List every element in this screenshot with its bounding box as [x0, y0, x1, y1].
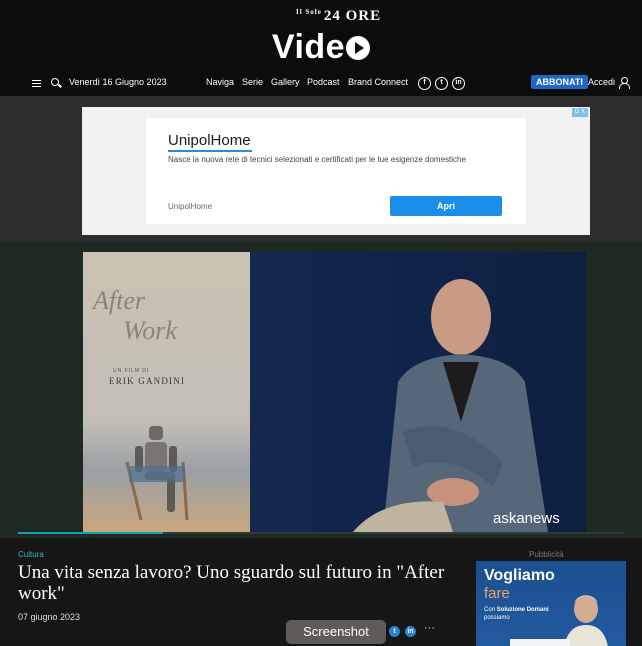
more-share-icon[interactable]: ···: [424, 622, 435, 634]
search-icon[interactable]: [51, 78, 59, 86]
side-ad-subtitle: fare: [484, 585, 510, 602]
side-ad[interactable]: Vogliamo fare Con Soluzione Domani possi…: [476, 561, 626, 646]
twitter-share-icon[interactable]: t: [389, 626, 400, 637]
menu-icon[interactable]: [32, 80, 41, 87]
video-progress-fill: [18, 532, 164, 534]
ad-description: Nasce la nuova rete di tecnici seleziona…: [168, 155, 466, 164]
ad-title-underline: [168, 150, 252, 152]
ad-advertiser: UnipolHome: [168, 202, 213, 211]
article-category[interactable]: Cultura: [18, 550, 44, 559]
user-icon[interactable]: [619, 77, 630, 89]
ad-title: UnipolHome: [168, 132, 251, 149]
nav-link-podcast[interactable]: Podcast: [307, 77, 340, 87]
poster-director: ERIK GANDINI: [109, 376, 186, 386]
play-icon: [346, 36, 371, 60]
side-ad-title: Vogliamo: [484, 567, 555, 584]
article-headline[interactable]: Una vita senza lavoro? Uno sguardo sul f…: [18, 562, 448, 604]
poster-title: After Work: [93, 286, 177, 345]
film-poster: After Work UN FILM DI ERIK GANDINI: [83, 252, 250, 532]
side-ad-text-2: possiamo: [484, 615, 510, 621]
linkedin-icon[interactable]: in: [452, 77, 465, 90]
robot-figure: [125, 426, 189, 521]
nav-link-naviga[interactable]: Naviga: [206, 77, 234, 87]
ad-card[interactable]: UnipolHome Nasce la nuova rete di tecnic…: [146, 118, 526, 224]
facebook-icon[interactable]: f: [418, 77, 431, 90]
nav-bar: Venerdì 16 Giugno 2023 Naviga Serie Gall…: [0, 72, 642, 94]
adchoices-icon[interactable]: D X: [572, 108, 588, 117]
nav-link-gallery[interactable]: Gallery: [271, 77, 300, 87]
nav-link-brand-connect[interactable]: Brand Connect: [348, 77, 408, 87]
askanews-watermark: askanews: [493, 510, 560, 527]
site-header: Il Sole 24 ORE Vide Venerdì 16 Giugno 202…: [0, 0, 642, 96]
subscribe-button[interactable]: ABBONATI: [531, 75, 588, 89]
nav-link-serie[interactable]: Serie: [242, 77, 263, 87]
video-player[interactable]: After Work UN FILM DI ERIK GANDINI askan…: [83, 252, 586, 532]
login-link[interactable]: Accedi: [588, 77, 615, 87]
side-ad-text: Con Soluzione Domani: [484, 607, 549, 613]
side-ad-person: [564, 595, 608, 646]
side-ad-label: Pubblicità: [529, 550, 564, 559]
interviewee: [353, 279, 548, 532]
brand-logo[interactable]: Il Sole 24 ORE: [296, 8, 381, 25]
article-date: 07 giugno 2023: [18, 612, 81, 622]
twitter-icon[interactable]: t: [435, 77, 448, 90]
current-date: Venerdì 16 Giugno 2023: [69, 77, 167, 87]
ad-open-button[interactable]: Apri: [390, 196, 502, 216]
section-title[interactable]: Vide: [0, 28, 642, 67]
poster-director-prefix: UN FILM DI: [113, 368, 150, 374]
linkedin-share-icon[interactable]: in: [405, 626, 416, 637]
screenshot-tooltip: Screenshot: [286, 620, 386, 644]
side-ad-button[interactable]: [510, 639, 570, 646]
